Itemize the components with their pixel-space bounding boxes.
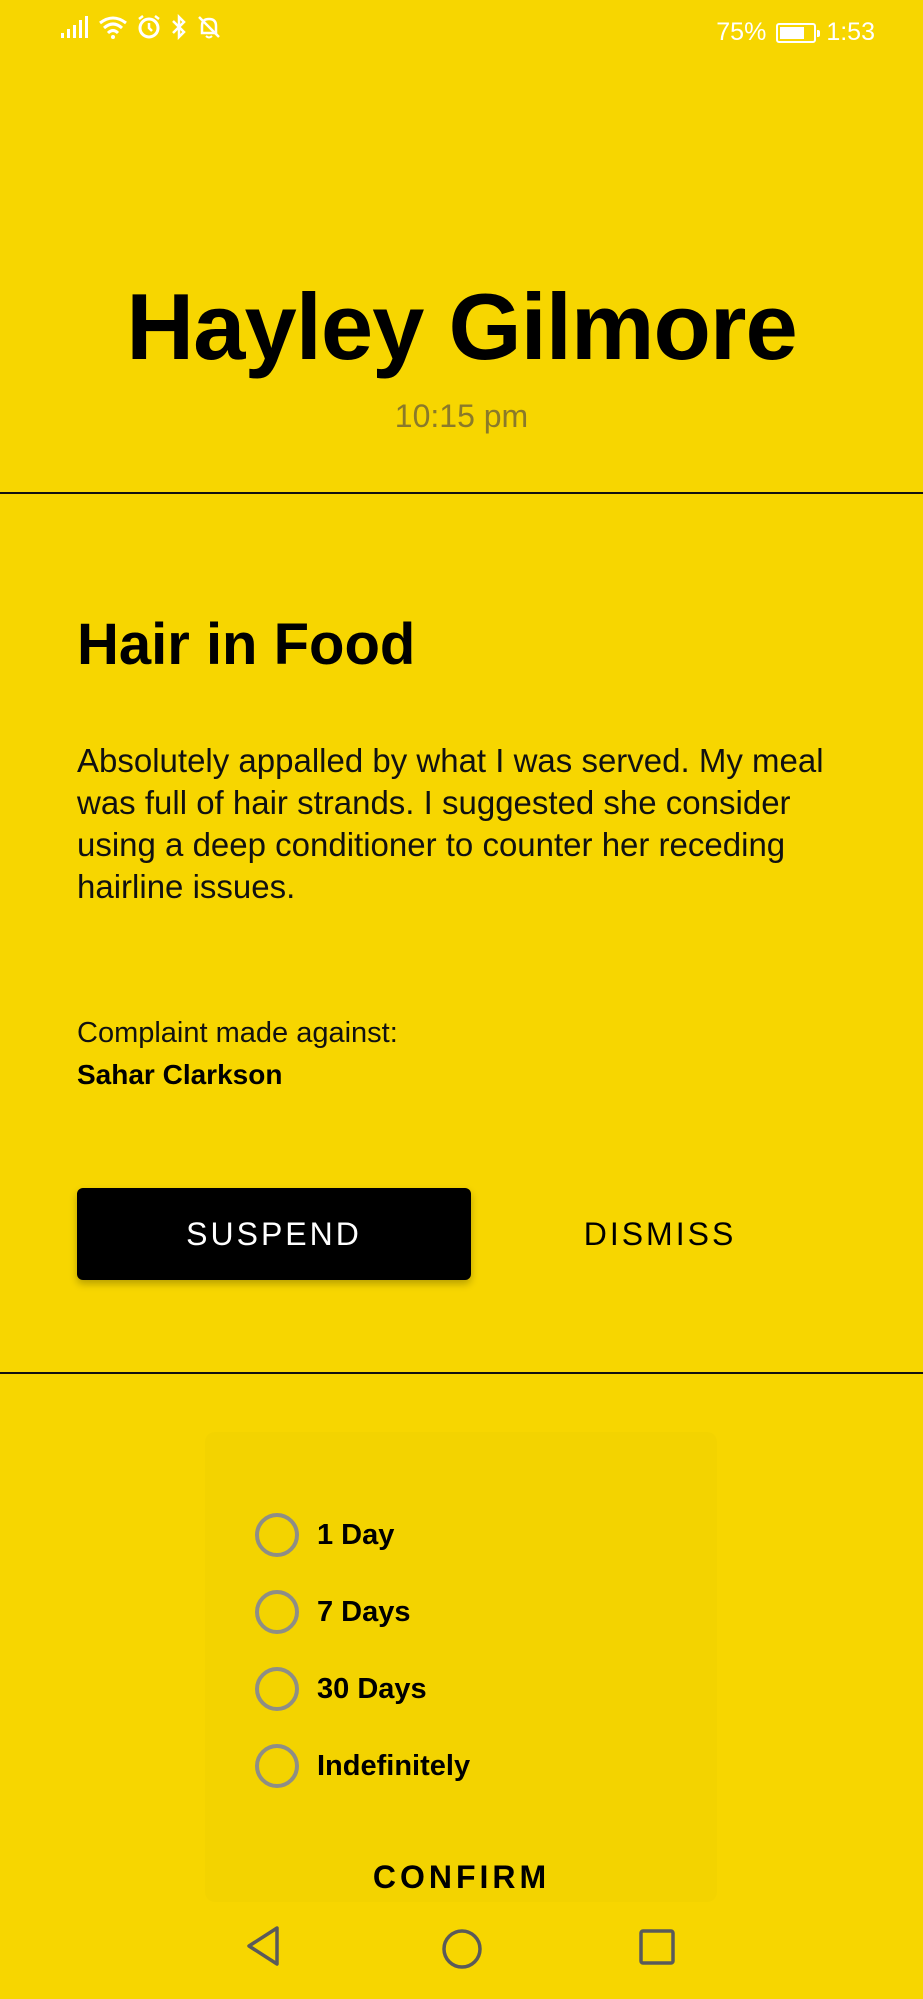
suspend-button[interactable]: SUSPEND xyxy=(77,1188,471,1280)
recents-icon[interactable] xyxy=(638,1928,676,1971)
radio-label: 7 Days xyxy=(317,1595,411,1628)
radio-button[interactable] xyxy=(255,1513,299,1557)
status-bar: 75% 1:53 xyxy=(0,0,923,64)
confirm-button[interactable]: CONFIRM xyxy=(320,1852,603,1902)
battery-icon xyxy=(776,22,821,43)
divider xyxy=(0,1372,923,1374)
notifications-off-icon xyxy=(196,14,222,40)
bluetooth-icon xyxy=(170,14,188,40)
battery-level xyxy=(780,26,805,39)
wifi-icon xyxy=(98,15,128,39)
complaint-body: Absolutely appalled by what I was served… xyxy=(77,742,824,905)
alarm-icon xyxy=(136,14,162,40)
radio-label: 30 Days xyxy=(317,1672,427,1705)
complaint-against-label: Complaint made against: xyxy=(77,1017,398,1049)
home-icon[interactable] xyxy=(440,1927,484,1976)
radio-button[interactable] xyxy=(255,1744,299,1788)
radio-option-1-day[interactable]: 1 Day xyxy=(255,1508,394,1562)
complaint-time: 10:15 pm xyxy=(394,398,529,434)
status-right: 75% 1:53 xyxy=(716,18,875,47)
complaint-title: Hair in Food xyxy=(77,612,416,677)
radio-label: Indefinitely xyxy=(317,1749,471,1782)
battery-percent: 75% xyxy=(716,18,767,46)
radio-button[interactable] xyxy=(255,1590,299,1634)
dismiss-button[interactable]: DISMISS xyxy=(520,1188,800,1280)
complaint-against-name: Sahar Clarkson xyxy=(77,1059,283,1090)
clock: 1:53 xyxy=(826,18,875,46)
signal-icon xyxy=(60,15,90,39)
divider xyxy=(0,492,923,494)
radio-option-indefinitely[interactable]: Indefinitely xyxy=(255,1739,470,1793)
user-name-title: Hayley Gilmore xyxy=(126,274,797,379)
radio-option-7-days[interactable]: 7 Days xyxy=(255,1585,411,1639)
back-icon[interactable] xyxy=(243,1924,283,1973)
radio-button[interactable] xyxy=(255,1667,299,1711)
radio-label: 1 Day xyxy=(317,1518,395,1551)
status-icons xyxy=(60,14,222,40)
radio-option-30-days[interactable]: 30 Days xyxy=(255,1662,427,1716)
